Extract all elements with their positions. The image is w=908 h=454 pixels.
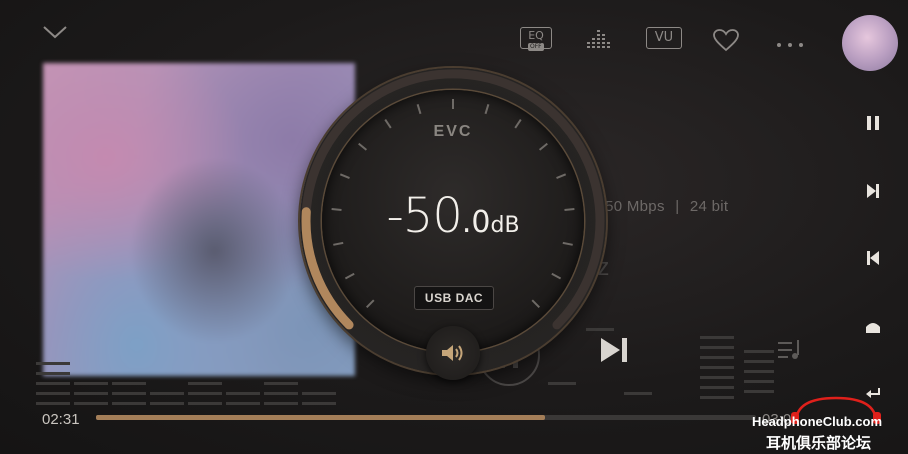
volume-value: -50: [386, 188, 462, 244]
dial-tick: [531, 299, 541, 309]
vu-button[interactable]: VU: [646, 27, 682, 49]
speaker-icon: [442, 345, 463, 361]
spectrum-bar: [264, 402, 298, 405]
spectrum-bar: [112, 402, 146, 405]
spectrum-bar: [74, 382, 108, 385]
spectrum-bar: [74, 402, 108, 405]
volume-readout: -50.0dB: [300, 188, 606, 244]
spectrum-bar: [624, 392, 652, 395]
mute-button[interactable]: [426, 326, 480, 380]
spectrum-bar: [700, 386, 734, 389]
spectrum-bar: [112, 382, 146, 385]
watermark: HeadphoneClub.com 耳机俱乐部论坛: [752, 396, 908, 454]
spectrum-bar: [36, 372, 70, 375]
home-icon: [866, 323, 880, 333]
progress-fill: [96, 415, 545, 420]
progress-bar[interactable]: [96, 415, 756, 420]
rail-pause-button[interactable]: [862, 115, 884, 137]
avatar[interactable]: [842, 15, 898, 71]
spectrum-bar: [744, 360, 774, 363]
dial-tick: [551, 272, 562, 280]
more-button[interactable]: [776, 34, 804, 53]
bit-depth: 24 bit: [689, 198, 729, 215]
eq-button[interactable]: EQ OFF: [520, 27, 552, 51]
eq-label: EQ: [528, 29, 544, 42]
watermark-forum: 耳机俱乐部论坛: [766, 434, 872, 452]
spectrum-bar: [700, 366, 734, 369]
spectrum-bar: [36, 392, 70, 395]
spectrum-bar: [700, 336, 734, 339]
spectrum-bar: [188, 392, 222, 395]
volume-decimal: .0: [461, 205, 491, 240]
spectrum-bar: [112, 392, 146, 395]
spectrum-bar: [700, 356, 734, 359]
rail-home-button[interactable]: [862, 318, 884, 340]
dial-tick: [416, 104, 422, 115]
spectrum-bar: [700, 376, 734, 379]
output-device-badge[interactable]: USB DAC: [414, 286, 494, 310]
elapsed-time: 02:31: [42, 411, 80, 428]
playlist-button[interactable]: [776, 338, 804, 366]
spectrum-icon: [587, 30, 610, 48]
spectrum-bar: [36, 362, 70, 365]
heart-icon: [713, 29, 739, 52]
more-dots-icon: [777, 43, 803, 47]
spectrum-bar: [36, 382, 70, 385]
dial-tick: [339, 173, 350, 180]
dial-tick: [538, 142, 548, 151]
spectrum-bar: [226, 392, 260, 395]
pause-icon: [867, 116, 879, 130]
watermark-site: HeadphoneClub.com: [752, 414, 883, 429]
dial-tick: [365, 299, 375, 309]
spectrum-bar: [264, 392, 298, 395]
rail-next-button[interactable]: [862, 183, 884, 205]
spectrum-bar: [150, 402, 184, 405]
spectrum-bar: [744, 390, 774, 393]
spectrum-bar: [548, 382, 576, 385]
spectrum-bar: [188, 382, 222, 385]
eq-off-badge: OFF: [528, 43, 544, 51]
spectrum-bar: [700, 396, 734, 399]
spectrum-bar: [188, 402, 222, 405]
dial-tick: [344, 272, 355, 280]
next-icon: [867, 184, 879, 198]
dial-mode-label: EVC: [433, 123, 473, 140]
spectrum-bar: [36, 402, 70, 405]
spectrum-bar: [744, 370, 774, 373]
rail-previous-button[interactable]: [862, 250, 884, 272]
spectrum-bar: [264, 382, 298, 385]
spectrum-bar: [700, 346, 734, 349]
spectrum-bar: [226, 402, 260, 405]
previous-icon: [867, 251, 879, 265]
spectrum-bar: [744, 380, 774, 383]
bitrate-info: 1.50 Mbps | 24 bit: [592, 198, 728, 215]
playlist-icon: [778, 340, 799, 359]
spectrum-bar: [302, 392, 336, 395]
vu-label: VU: [654, 30, 674, 45]
spectrum-bar: [744, 350, 774, 353]
dial-tick: [484, 104, 490, 115]
spectrum-button[interactable]: [587, 28, 613, 54]
dial-tick: [358, 142, 368, 151]
spectrum-bar: [150, 392, 184, 395]
spectrum-bar: [302, 402, 336, 405]
spectrum-bar: [74, 392, 108, 395]
info-separator: |: [675, 198, 680, 215]
collapse-button[interactable]: [42, 24, 68, 44]
volume-unit: dB: [490, 213, 520, 238]
favorite-button[interactable]: [712, 28, 740, 56]
chevron-down-icon: [43, 26, 67, 39]
dial-tick: [556, 173, 567, 180]
